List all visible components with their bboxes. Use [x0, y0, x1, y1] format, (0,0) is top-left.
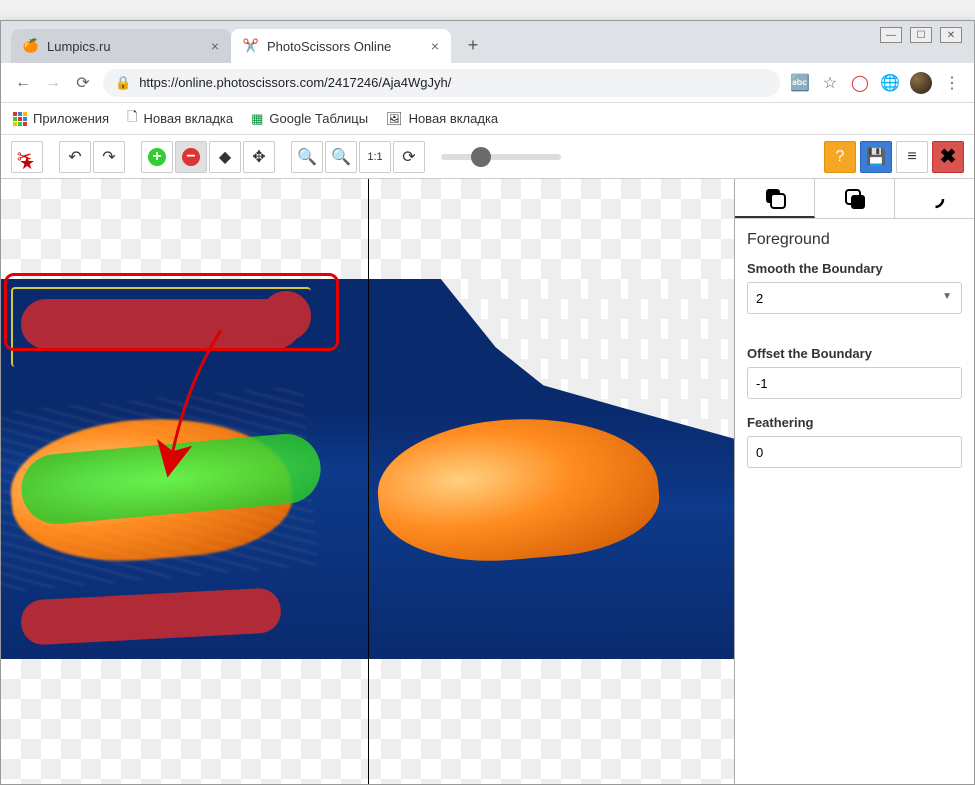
help-icon: ? [836, 148, 845, 166]
tab-foreground[interactable] [735, 179, 815, 218]
feather-label: Feathering [747, 415, 962, 430]
smooth-label: Smooth the Boundary [747, 261, 962, 276]
eraser-icon: ◆ [219, 147, 231, 167]
brush-size-slider[interactable] [441, 154, 561, 160]
bookmark-label: Google Таблицы [269, 111, 368, 126]
tab-lumpics[interactable]: 🍊 Lumpics.ru × [11, 29, 231, 63]
offset-label: Offset the Boundary [747, 346, 962, 361]
tab-background[interactable] [815, 179, 895, 218]
bookmarks-bar: Приложения 🗋 Новая вкладка ▦ Google Табл… [1, 103, 974, 135]
smooth-select[interactable]: 2 [747, 282, 962, 314]
maximize-button[interactable]: ☐ [910, 27, 932, 43]
move-icon: ✥ [252, 147, 265, 167]
plus-circle-icon: + [148, 148, 166, 166]
scissors-icon: ✂️ [243, 38, 259, 54]
logo-button[interactable]: ✂★ [11, 141, 43, 173]
slider-thumb[interactable] [471, 147, 491, 167]
zoom-in-icon: 🔍 [297, 147, 317, 167]
tab-title: Lumpics.ru [47, 39, 111, 54]
minus-circle-icon: − [182, 148, 200, 166]
sheets-icon: ▦ [251, 111, 263, 127]
apps-icon [13, 112, 27, 126]
workspace: Foreground Smooth the Boundary 2 Offset … [1, 179, 974, 784]
url-input[interactable]: 🔒 https://online.photoscissors.com/24172… [103, 69, 780, 97]
tab-photoscissors[interactable]: ✂️ PhotoScissors Online × [231, 29, 451, 63]
minimize-button[interactable]: — [880, 27, 902, 43]
rotate-icon: ⟳ [402, 147, 415, 167]
window-controls: — ☐ ✕ [880, 27, 962, 43]
page-icon: 🗋 [127, 108, 137, 130]
undo-button[interactable]: ↶ [59, 141, 91, 173]
apps-button[interactable]: Приложения [13, 111, 109, 126]
translate-icon[interactable]: 🔤 [790, 73, 810, 93]
new-tab-button[interactable]: + [459, 31, 487, 59]
zoom-out-button[interactable]: 🔍 [325, 141, 357, 173]
close-icon[interactable]: × [431, 38, 439, 54]
layers-outline-icon [844, 188, 866, 210]
bg-marker-stroke [21, 299, 301, 349]
tab-title: PhotoScissors Online [267, 39, 391, 54]
layers-filled-icon [764, 187, 786, 209]
bookmark-item[interactable]: 🗋 Новая вкладка [127, 108, 233, 130]
address-bar: ← → ⟳ 🔒 https://online.photoscissors.com… [1, 63, 974, 103]
profile-avatar[interactable] [910, 72, 932, 94]
url-text: https://online.photoscissors.com/2417246… [139, 75, 451, 90]
panel-title: Foreground [747, 231, 962, 249]
undo-icon: ↶ [68, 147, 81, 167]
forward-button[interactable]: → [43, 73, 63, 93]
zoom-rotate-button[interactable]: ⟳ [393, 141, 425, 173]
move-button[interactable]: ✥ [243, 141, 275, 173]
eraser-button[interactable]: ◆ [209, 141, 241, 173]
sidebar: Foreground Smooth the Boundary 2 Offset … [734, 179, 974, 784]
redo-icon: ↷ [102, 147, 115, 167]
menu-icon[interactable]: ⋮ [942, 73, 962, 93]
help-button[interactable]: ? [824, 141, 856, 173]
zoom-fit-button[interactable]: 1:1 [359, 141, 391, 173]
zoom-out-icon: 🔍 [331, 147, 351, 167]
app-toolbar: ✂★ ↶ ↷ + − ◆ ✥ 🔍 🔍 1:1 ⟳ ? 💾 ≡ ✖ [1, 135, 974, 179]
sidebar-tabs [735, 179, 974, 219]
feather-input[interactable] [747, 436, 962, 468]
bookmark-label: Новая вкладка [144, 111, 234, 126]
background-marker-button[interactable]: − [175, 141, 207, 173]
back-button[interactable]: ← [13, 73, 33, 93]
zoom-in-button[interactable]: 🔍 [291, 141, 323, 173]
tab-loader[interactable] [895, 179, 974, 218]
spinner-icon [924, 188, 946, 210]
bookmark-item[interactable]: ▦ Google Таблицы [251, 111, 368, 127]
editor-canvas[interactable] [1, 279, 368, 659]
preview-canvas [368, 279, 735, 659]
bookmark-label: Приложения [33, 111, 109, 126]
globe-icon[interactable]: 🌐 [880, 73, 900, 93]
close-icon[interactable]: × [211, 38, 219, 54]
bg-marker-stroke [20, 587, 282, 646]
canvas-area[interactable] [1, 179, 734, 784]
canvas-divider [368, 179, 369, 784]
redo-button[interactable]: ↷ [93, 141, 125, 173]
hamburger-icon: ≡ [907, 148, 916, 166]
opera-icon[interactable]: ◯ [850, 73, 870, 93]
menu-button[interactable]: ≡ [896, 141, 928, 173]
star-logo-icon: ✂★ [17, 147, 37, 167]
reload-button[interactable]: ⟳ [73, 73, 93, 93]
bookmark-label: Новая вкладка [409, 111, 499, 126]
close-button[interactable]: ✕ [940, 27, 962, 43]
foreground-marker-button[interactable]: + [141, 141, 173, 173]
browser-window: — ☐ ✕ 🍊 Lumpics.ru × ✂️ PhotoScissors On… [0, 20, 975, 785]
addr-icons: 🔤 ☆ ◯ 🌐 ⋮ [790, 72, 962, 94]
image-icon: 🖼 [386, 111, 403, 127]
orange-slice-icon: 🍊 [23, 38, 39, 54]
lock-icon: 🔒 [115, 75, 131, 91]
x-icon: ✖ [940, 144, 957, 169]
source-image [1, 279, 368, 659]
save-icon: 💾 [866, 147, 886, 167]
save-button[interactable]: 💾 [860, 141, 892, 173]
exit-button[interactable]: ✖ [932, 141, 964, 173]
zoom-fit-icon: 1:1 [367, 151, 382, 163]
star-icon[interactable]: ☆ [820, 73, 840, 93]
sidebar-content: Foreground Smooth the Boundary 2 Offset … [735, 219, 974, 496]
bookmark-item[interactable]: 🖼 Новая вкладка [386, 111, 498, 127]
tab-strip: 🍊 Lumpics.ru × ✂️ PhotoScissors Online ×… [1, 21, 974, 63]
offset-input[interactable] [747, 367, 962, 399]
